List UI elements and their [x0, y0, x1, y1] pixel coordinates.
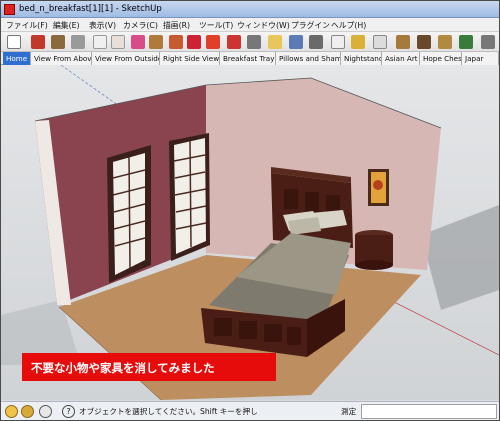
menu-tools[interactable]: ツール(T) — [199, 20, 233, 31]
toolbar — [1, 32, 499, 52]
rotate-icon[interactable] — [169, 35, 183, 49]
paint-bucket-icon[interactable] — [111, 35, 125, 49]
tab-right-side-view[interactable]: Right Side View — [160, 52, 220, 65]
offset-icon[interactable] — [187, 35, 201, 49]
menu-view[interactable]: 表示(V) — [89, 20, 116, 31]
geolocation-icon[interactable] — [5, 405, 18, 418]
move-icon[interactable] — [149, 35, 163, 49]
tab-hope-chest[interactable]: Hope Chest — [420, 52, 462, 65]
status-message: オブジェクトを選択してください。Shift キーを押し — [79, 407, 258, 416]
sketchup-app-icon — [4, 4, 15, 15]
orbit-icon[interactable] — [206, 35, 220, 49]
tab-japar[interactable]: Japar — [462, 52, 499, 65]
menu-help[interactable]: ヘルプ(H) — [331, 20, 366, 31]
pencil-line-icon[interactable] — [31, 35, 45, 49]
tab-nightstand[interactable]: Nightstand — [341, 52, 382, 65]
tab-pillows-and-shams[interactable]: Pillows and Shams — [276, 52, 341, 65]
title-bar: bed_n_breakfast[1][1] - SketchUp — [1, 1, 499, 18]
zoom-icon[interactable] — [247, 35, 261, 49]
rectangle-icon[interactable] — [51, 35, 65, 49]
tab-view-from-above[interactable]: View From Above — [31, 52, 92, 65]
menu-file[interactable]: ファイル(F) — [6, 20, 48, 31]
section-plane-icon[interactable] — [417, 35, 431, 49]
menu-camera[interactable]: カメラ(C) — [123, 20, 158, 31]
position-camera-icon[interactable] — [373, 35, 387, 49]
window-title: bed_n_breakfast[1][1] - SketchUp — [19, 4, 162, 14]
help-icon[interactable]: ? — [62, 405, 75, 418]
pan-icon[interactable] — [227, 35, 241, 49]
zoom-extents-icon[interactable] — [268, 35, 282, 49]
push-pull-icon[interactable] — [131, 35, 145, 49]
walk-icon[interactable] — [351, 35, 365, 49]
measurements-field[interactable] — [361, 404, 497, 419]
components-icon[interactable] — [438, 35, 452, 49]
sketchup-window: bed_n_breakfast[1][1] - SketchUp ファイル(F)… — [0, 0, 500, 421]
tab-view-from-outside[interactable]: View From Outside — [92, 52, 160, 65]
eraser-icon[interactable] — [93, 35, 107, 49]
tab-breakfast-tray[interactable]: Breakfast Tray — [220, 52, 276, 65]
tape-measure-icon[interactable] — [289, 35, 303, 49]
credits-icon[interactable] — [21, 405, 34, 418]
annotation-caption: 不要な小物や家具を消してみました — [22, 353, 276, 381]
model-viewport[interactable] — [1, 65, 499, 400]
layers-icon[interactable] — [459, 35, 473, 49]
room-render — [1, 65, 499, 400]
menu-window[interactable]: ウィンドウ(W) — [237, 20, 290, 31]
text-icon[interactable] — [331, 35, 345, 49]
tab-asian-art[interactable]: Asian Art — [382, 52, 420, 65]
scene-tabs: Home View From Above View From Outside R… — [1, 52, 499, 65]
dimension-icon[interactable] — [309, 35, 323, 49]
user-icon[interactable] — [39, 405, 52, 418]
status-bar: ? オブジェクトを選択してください。Shift キーを押し 測定 — [1, 401, 499, 420]
tab-home[interactable]: Home — [3, 52, 31, 65]
look-around-icon[interactable] — [396, 35, 410, 49]
menu-bar: ファイル(F) 編集(E) 表示(V) カメラ(C) 描画(R) ツール(T) … — [1, 18, 499, 32]
styles-icon[interactable] — [481, 35, 495, 49]
arc-icon[interactable] — [71, 35, 85, 49]
menu-plugins[interactable]: プラグイン — [291, 20, 330, 31]
menu-edit[interactable]: 編集(E) — [53, 20, 80, 31]
menu-draw[interactable]: 描画(R) — [163, 20, 190, 31]
select-tool-icon[interactable] — [7, 35, 21, 49]
measurements-label: 測定 — [341, 407, 357, 416]
